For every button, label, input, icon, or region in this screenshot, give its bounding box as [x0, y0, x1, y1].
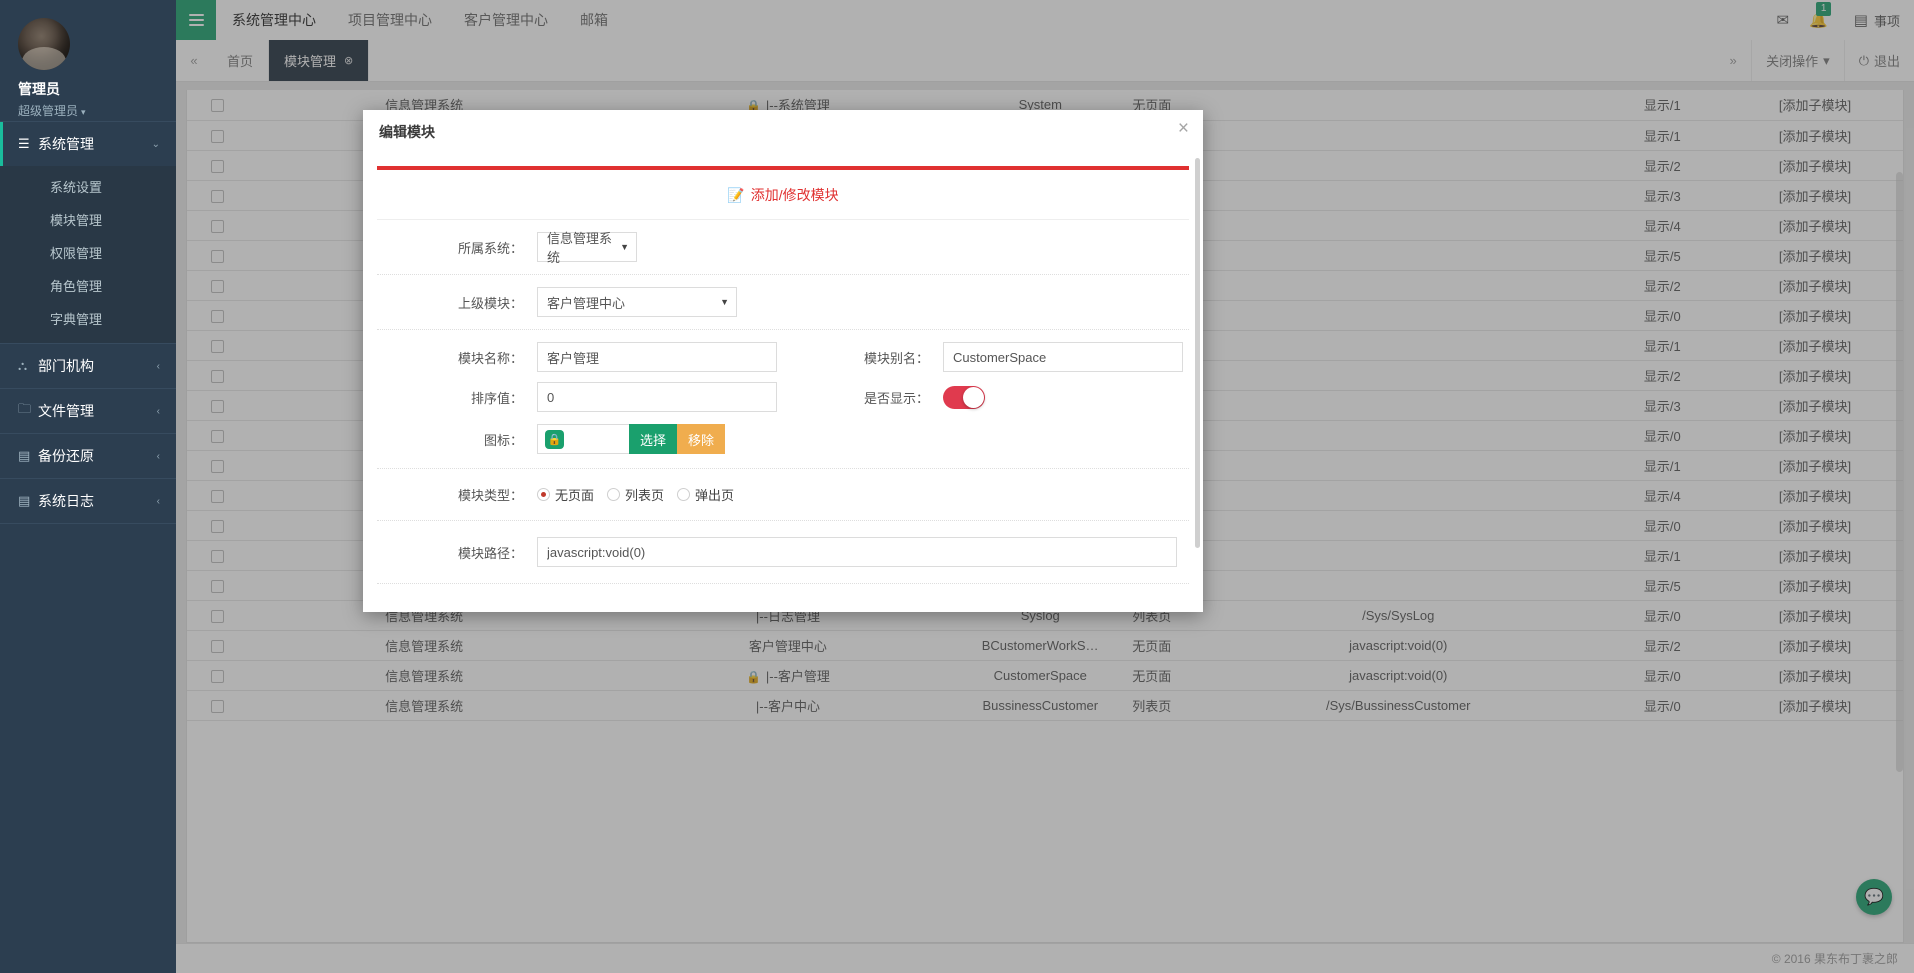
sidebar-section-0: ☰ 系统管理 ⌄ 系统设置 模块管理 权限管理 角色管理 字典管理	[0, 122, 176, 344]
system-select[interactable]: 信息管理系统 ▼	[537, 231, 637, 265]
radio-icon[interactable]	[537, 488, 550, 501]
avatar[interactable]	[18, 18, 70, 70]
alias-label: 模块别名：	[863, 350, 929, 366]
parent-select[interactable]: 客户管理中心 ▼	[537, 287, 737, 317]
lock-icon: 🔒	[545, 429, 564, 449]
sidebar-item-系统日志[interactable]: ▤ 系统日志 ‹	[0, 479, 176, 523]
sort-label: 排序值：	[470, 390, 523, 406]
icon-preview-box[interactable]: 🔒	[537, 424, 629, 454]
chevron-icon: ‹	[156, 495, 160, 507]
radio-icon[interactable]	[607, 488, 621, 501]
close-icon[interactable]: ×	[1178, 119, 1189, 138]
field-row-path: 模块路径：	[377, 521, 1189, 584]
sidebar-subitem-模块管理[interactable]: 模块管理	[0, 203, 176, 236]
alias-field-cell: 模块别名：	[783, 342, 1189, 372]
system-select-value: 信息管理系统	[537, 231, 637, 265]
form-heading-label: 添加/修改模块	[750, 187, 839, 203]
system-label: 所属系统：	[457, 240, 523, 256]
module-name-input[interactable]	[537, 342, 777, 372]
module-path-input[interactable]	[537, 537, 1177, 567]
toggle-knob	[963, 386, 984, 408]
sidebar-item-文件管理[interactable]: 🗀 文件管理 ‹	[0, 389, 176, 433]
radio-icon[interactable]	[677, 488, 691, 501]
field-row-icon: 图标： 🔒 选择 移除	[377, 418, 1189, 469]
sidebar-subitem-字典管理[interactable]: 字典管理	[0, 302, 176, 335]
radio-列表页[interactable]: 列表页	[607, 485, 664, 504]
sidebar-subitem-系统设置[interactable]: 系统设置	[0, 170, 176, 203]
sort-field-cell: 排序值：	[377, 382, 783, 412]
sidebar-section-4: ▤ 系统日志 ‹	[0, 479, 176, 524]
parent-select-value: 客户管理中心	[537, 287, 737, 317]
sidebar-subitem-权限管理[interactable]: 权限管理	[0, 236, 176, 269]
radio-label: 列表页	[625, 488, 665, 503]
sidebar-item-部门机构[interactable]: ⛬ 部门机构 ‹	[0, 344, 176, 388]
sidebar-section-2: 🗀 文件管理 ‹	[0, 389, 176, 434]
database-icon: ▤	[18, 448, 31, 463]
field-row-type: 模块类型： 无页面 列表页 弹出页	[377, 469, 1189, 521]
sidebar-nav: ☰ 系统管理 ⌄ 系统设置 模块管理 权限管理 角色管理 字典管理 ⛬ 部门机构 ‹ 🗀 文件管理 ‹ ▤ 备…	[0, 122, 176, 524]
folder-icon: 🗀	[18, 401, 32, 416]
sidebar-section-3: ▤ 备份还原 ‹	[0, 434, 176, 479]
user-role-label: 超级管理员	[18, 104, 79, 118]
radio-弹出页[interactable]: 弹出页	[677, 485, 734, 504]
sidebar-subnav: 系统设置 模块管理 权限管理 角色管理 字典管理	[0, 166, 176, 343]
parent-label: 上级模块：	[457, 295, 523, 311]
sidebar-item-label: 系统日志	[38, 493, 94, 509]
dialog-scrollbar[interactable]	[1195, 158, 1200, 548]
chevron-icon: ‹	[156, 360, 160, 372]
sidebar-item-系统管理[interactable]: ☰ 系统管理 ⌄	[0, 122, 176, 166]
sliders-icon: ☰	[18, 136, 30, 151]
sort-value-input[interactable]	[537, 382, 777, 412]
name-field-cell: 模块名称：	[377, 342, 783, 372]
sidebar-section-1: ⛬ 部门机构 ‹	[0, 344, 176, 389]
sidebar-item-label: 备份还原	[38, 448, 94, 464]
icon-label: 图标：	[483, 432, 523, 448]
chevron-icon: ‹	[156, 405, 160, 417]
radio-label: 弹出页	[695, 488, 735, 503]
name-label: 模块名称：	[457, 350, 523, 366]
dialog-title: 编辑模块	[379, 124, 435, 140]
field-row-sort-show: 排序值： 是否显示：	[377, 376, 1189, 418]
pencil-square-icon: 📝	[727, 187, 745, 203]
chevron-down-icon: ▾	[81, 107, 86, 117]
form-heading: 📝 添加/修改模块	[377, 170, 1189, 220]
sidebar-subitem-角色管理[interactable]: 角色管理	[0, 269, 176, 302]
dialog-header: 编辑模块 ×	[363, 110, 1203, 152]
field-row-parent: 上级模块： 客户管理中心 ▼	[377, 275, 1189, 330]
sidebar-item-label: 系统管理	[38, 136, 94, 152]
field-row-system: 所属系统： 信息管理系统 ▼	[377, 220, 1189, 275]
chevron-icon: ‹	[156, 450, 160, 462]
type-label: 模块类型：	[457, 488, 523, 503]
sidebar-item-备份还原[interactable]: ▤ 备份还原 ‹	[0, 434, 176, 478]
show-toggle[interactable]	[943, 385, 985, 409]
icon-select-button[interactable]: 选择	[629, 424, 678, 454]
user-name: 管理员	[18, 81, 60, 97]
user-profile: 管理员 超级管理员 ▾	[0, 0, 176, 122]
radio-无页面[interactable]: 无页面	[537, 485, 594, 504]
user-role[interactable]: 超级管理员 ▾	[18, 102, 176, 119]
sidebar: 管理员 超级管理员 ▾ ☰ 系统管理 ⌄ 系统设置 模块管理 权限管理 角色管理 字典管理 ⛬ 部门…	[0, 0, 176, 973]
chevron-icon: ⌄	[151, 138, 160, 150]
file-icon: ▤	[18, 493, 31, 508]
sidebar-item-label: 部门机构	[38, 358, 94, 374]
sidebar-item-label: 文件管理	[38, 403, 94, 419]
field-row-name-alias: 模块名称： 模块别名：	[377, 330, 1189, 376]
icon-remove-button[interactable]: 移除	[677, 424, 726, 454]
icon-picker: 🔒 选择 移除	[537, 424, 726, 454]
show-field-cell: 是否显示：	[783, 385, 1189, 409]
dialog-body: 📝 添加/修改模块 所属系统： 信息管理系统 ▼ 上级模块： 客户管理中心 ▼ 模…	[363, 152, 1203, 612]
module-alias-input[interactable]	[943, 342, 1183, 372]
radio-label: 无页面	[555, 488, 595, 503]
show-label: 是否显示：	[863, 390, 929, 406]
sitemap-icon: ⛬	[18, 358, 28, 373]
edit-module-dialog: 编辑模块 × 📝 添加/修改模块 所属系统： 信息管理系统 ▼ 上级模块： 客户管…	[363, 110, 1203, 612]
module-type-radio-group: 无页面 列表页 弹出页	[537, 485, 743, 504]
path-label: 模块路径：	[457, 545, 523, 561]
